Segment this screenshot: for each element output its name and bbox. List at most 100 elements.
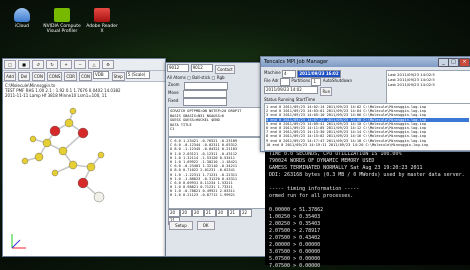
oxygen-atom[interactable] [49, 125, 61, 137]
carbon-atom[interactable] [42, 138, 52, 148]
carbon-atom[interactable] [68, 160, 78, 170]
control-spin-row: 9012 9012 Contact [166, 63, 266, 74]
machine-label: Machine [264, 70, 281, 75]
control-footer-buttons: Setup OK [168, 220, 216, 231]
desktop-icon-label: Adobe Reader X [86, 24, 118, 34]
con2-button[interactable]: CON [79, 72, 93, 81]
carbon-atom[interactable] [51, 169, 59, 177]
molecule-viewer-window: □ ■ ↺ ↻ + − △ ⚙ Add Del CON CONS CDR CON VDB Step 5 (S… [2, 58, 166, 257]
all-atoms-checkbox[interactable]: All Atoms [167, 75, 186, 80]
footer-field[interactable]: 20 [180, 209, 192, 217]
carbon-atom[interactable] [86, 162, 96, 172]
oxygen-atom[interactable] [77, 127, 89, 139]
console-line: 2.07500 > 2.78917 [269, 228, 321, 234]
adobe-reader-desktop-icon[interactable]: Adobe Reader X [84, 8, 120, 34]
date-highlight-field[interactable]: 2011/09/23 16:02 [297, 70, 342, 78]
move-slider[interactable] [182, 90, 227, 98]
coordinate-row[interactable]: H 1.0 0.21123 -0.87712 1.99921 [170, 193, 265, 197]
coordinate-table[interactable]: C 6.0 1.23421 -0.76521 -0.23109 C 6.0 -0.… [168, 137, 267, 209]
run-info-text-2: 2011-11-11 Lamp Hf 3818 Minne10 Lsm1=100… [5, 93, 107, 98]
console-line: ormed run for all processes. [269, 193, 354, 199]
footer-field[interactable]: 22 [240, 209, 252, 217]
viewer-header-info: C:\Molecule\Minnsggin.tn TEST PMF RHS 1.… [3, 82, 165, 99]
job-manager-title: Tencalcs MPI Job Manager [264, 59, 329, 65]
history-line: Last 2011/09/23 14:02:5 [388, 82, 435, 87]
console-line: 790024 WORDS OF DYNAMIC MEMORY USED [269, 158, 375, 164]
rotate-right-button[interactable]: ↻ [46, 60, 58, 69]
status-value: Running [278, 97, 295, 102]
carbon-atom[interactable] [34, 152, 44, 162]
zoom-slider[interactable] [183, 82, 228, 90]
file-date-field[interactable]: 2011/09/23 14:02 [264, 86, 318, 94]
carbon-atom[interactable] [97, 151, 105, 159]
contact-button[interactable]: Contact [215, 65, 235, 74]
footer-spin-row: 2020202120212221 [168, 209, 263, 225]
viewer-toolbar: □ ■ ↺ ↻ + − △ ⚙ [3, 59, 165, 71]
cdr-button[interactable]: CDR [64, 72, 78, 81]
machine-row: Machine 4 2011/09/23 16:02 [264, 70, 384, 78]
console-line: ----- timing information ----- [269, 186, 360, 192]
zoom-slider-row: Zoom [168, 82, 264, 90]
zoom-in-button[interactable]: + [60, 60, 72, 69]
console-output: TIME 0.0 SECONDS, CPU UTILIZATION IS 100… [269, 151, 470, 270]
console-line: GAMESS TERMINATED NORMALLY Sat Aug 23 19… [269, 165, 423, 171]
job-row[interactable]: 10 end 0 2011/09/23 14:19:11 2011/09/23 … [266, 143, 469, 147]
run-button[interactable]: Run [320, 87, 333, 96]
cons-button[interactable]: CONS [46, 72, 63, 81]
hydrogen-atom[interactable] [93, 191, 105, 203]
status-label: Status [264, 97, 277, 102]
footer-field[interactable]: 20 [168, 209, 180, 217]
ball-stick-checkbox[interactable]: Ball-stick [192, 75, 210, 80]
cloud-icon [14, 8, 30, 22]
job-history-panel: Last 2011/09/23 14:02:5 Last 2011/09/23 … [386, 70, 470, 104]
rotate-left-button[interactable]: ↺ [32, 60, 44, 69]
footer-field[interactable]: 20 [216, 209, 228, 217]
footer-field[interactable]: 21 [204, 209, 216, 217]
footer-field[interactable]: 20 [192, 209, 204, 217]
add-atom-button[interactable]: Add [4, 72, 16, 81]
footer-field[interactable]: 21 [228, 209, 240, 217]
console-window[interactable]: TIME 0.0 SECONDS, CPU UTILIZATION IS 100… [265, 148, 470, 269]
carbon-atom[interactable] [69, 107, 77, 115]
console-line: 7.07500 > 0.00000 [269, 263, 321, 269]
nvidia-profiler-desktop-icon[interactable]: NVIDIA Compute Visual Profiler [42, 8, 82, 34]
fixed-slider[interactable] [183, 98, 228, 106]
carbon-atom[interactable] [21, 157, 29, 165]
oxygen-atom[interactable] [77, 177, 89, 189]
file-adr-field[interactable] [280, 78, 291, 86]
fixed-slider-row: Fixed [168, 98, 264, 106]
setup-button[interactable]: Setup [169, 221, 193, 230]
save-button[interactable]: ■ [18, 60, 30, 69]
carbon-atom[interactable] [58, 146, 68, 156]
vdb-field[interactable]: VDB [93, 71, 110, 79]
partitions-field[interactable]: 1 [311, 78, 322, 86]
console-line: 2.07500 > 0.43402 [269, 235, 321, 241]
move-slider-row: Move [168, 90, 264, 98]
console-line: TIME 0.0 SECONDS, CPU UTILIZATION IS 100… [269, 151, 402, 157]
maximize-icon[interactable]: □ [448, 58, 459, 67]
carbon-atom[interactable] [64, 118, 74, 128]
measure-button[interactable]: △ [88, 60, 100, 69]
open-file-button[interactable]: □ [4, 60, 16, 69]
scale-field[interactable]: 5 (Scale) [125, 71, 150, 79]
delete-atom-button[interactable]: Del [18, 72, 30, 81]
spin-field-1[interactable]: 9012 [167, 64, 189, 72]
spin-field-2[interactable]: 9012 [190, 64, 213, 72]
input-deck-text[interactable]: SCRATCH OPTPMD=ON NSTEP=20 DROPIT BASIS … [168, 107, 267, 137]
fixed-label: Fixed [168, 98, 179, 103]
con-button[interactable]: CON [32, 72, 45, 81]
date-row: 2011/09/23 14:02 Run [264, 86, 384, 97]
rgb-checkbox[interactable]: Rgb [217, 75, 225, 80]
nvidia-icon [54, 8, 70, 22]
control-panel-window: 9012 9012 Contact All Atoms □ Ball-stick… [165, 62, 267, 257]
job-list[interactable]: 1 end 0 2011/09/23 14:02:14 2011/09/23 1… [264, 103, 470, 151]
close-icon[interactable]: × [459, 58, 470, 67]
settings-button[interactable]: ⚙ [102, 60, 114, 69]
carbon-atom[interactable] [29, 135, 37, 143]
machine-field[interactable]: 4 [282, 70, 297, 78]
icloud-desktop-icon[interactable]: iCloud [4, 8, 40, 29]
job-manager-titlebar[interactable]: Tencalcs MPI Job Manager _ □ × [261, 57, 470, 67]
zoom-out-button[interactable]: − [74, 60, 86, 69]
ok-button[interactable]: OK [196, 221, 215, 230]
